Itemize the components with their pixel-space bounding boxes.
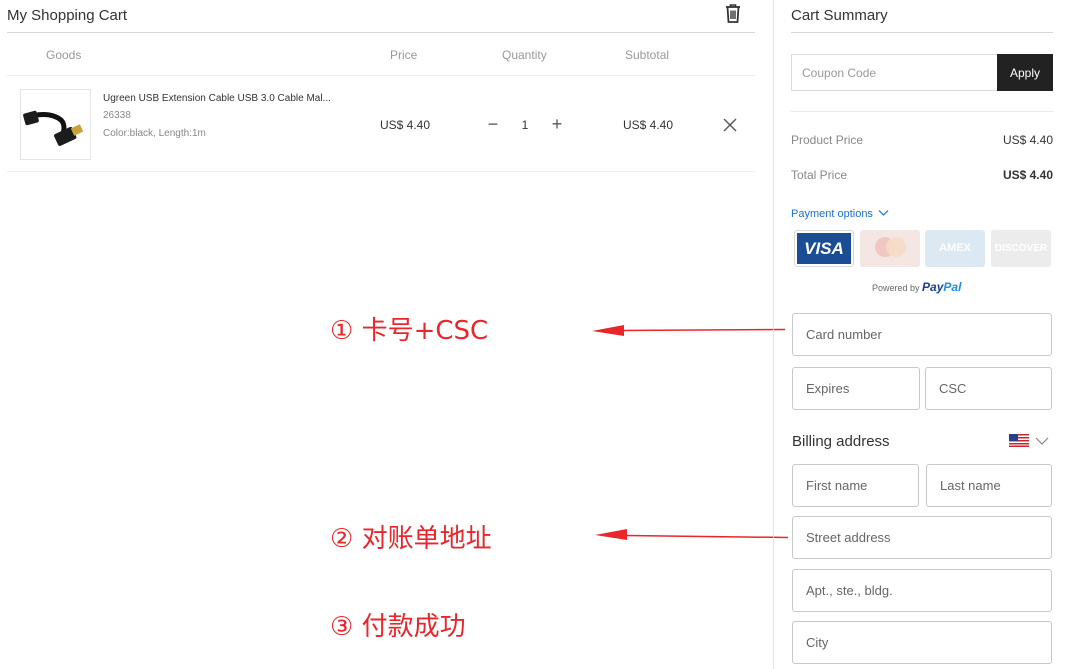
city-field[interactable] [792,621,1052,664]
coupon-code-input[interactable] [791,54,998,91]
item-subtotal: US$ 4.40 [623,118,674,132]
csc-field[interactable] [925,367,1052,410]
amex-card-icon: AMEX [925,230,985,267]
apt-field[interactable] [792,569,1052,612]
usb-cable-image [23,110,84,146]
product-thumbnail[interactable] [20,89,91,160]
us-flag-icon[interactable] [1009,434,1029,447]
column-header-quantity: Quantity [502,48,547,62]
annotation-step-2: ② 对账单地址 [330,524,492,554]
discover-card-icon: DISCOVER [991,230,1051,267]
product-sku: 26338 [103,110,131,121]
item-price: US$ 4.40 [380,118,431,132]
annotation-step-1: ① 卡号+CSC [330,316,489,346]
column-header-goods: Goods [46,48,82,62]
header-divider [7,32,755,33]
table-header-divider [7,75,755,76]
expires-field[interactable] [792,367,920,410]
chevron-down-icon [878,210,889,216]
last-name-field[interactable] [926,464,1052,507]
cart-title: My Shopping Cart [7,7,128,24]
product-name-link[interactable]: Ugreen USB Extension Cable USB 3.0 Cable… [103,93,331,104]
quantity-increase-button[interactable]: + [548,114,566,134]
arrow-left-icon [592,325,786,336]
total-price-value: US$ 4.40 [1002,168,1053,182]
billing-address-heading: Billing address [792,433,890,450]
apply-coupon-button[interactable]: Apply [997,54,1053,91]
chevron-down-icon[interactable] [1035,436,1049,446]
payment-options-label: Payment options [791,208,873,220]
shopping-cart-panel: My Shopping Cart Goods Price Quantity Su… [0,0,789,669]
payment-options-toggle[interactable]: Payment options [791,208,889,220]
annotation-step-3: ③ 付款成功 [330,612,466,642]
product-price-label: Product Price [791,133,864,147]
card-number-field[interactable] [792,313,1052,356]
product-price-value: US$ 4.40 [1002,133,1053,147]
summary-divider [791,111,1053,112]
column-header-subtotal: Subtotal [625,48,670,62]
close-icon[interactable] [721,116,739,134]
summary-divider [791,32,1053,33]
summary-title: Cart Summary [791,7,888,24]
quantity-decrease-button[interactable]: − [484,114,502,134]
row-divider [7,171,755,172]
mastercard-icon [860,230,920,267]
cart-summary-panel: Cart Summary Apply Product Price US$ 4.4… [774,0,1080,669]
column-header-price: Price [390,48,418,62]
total-price-label: Total Price [791,168,848,182]
powered-by-paypal: Powered by PayPal [872,280,962,294]
street-address-field[interactable] [792,516,1052,559]
quantity-value[interactable]: 1 [516,118,534,132]
visa-card-icon: VISA [794,230,854,267]
product-attributes: Color:black, Length:1m [103,128,206,139]
first-name-field[interactable] [792,464,919,507]
trash-icon[interactable] [722,2,744,24]
arrow-left-icon [595,529,789,540]
